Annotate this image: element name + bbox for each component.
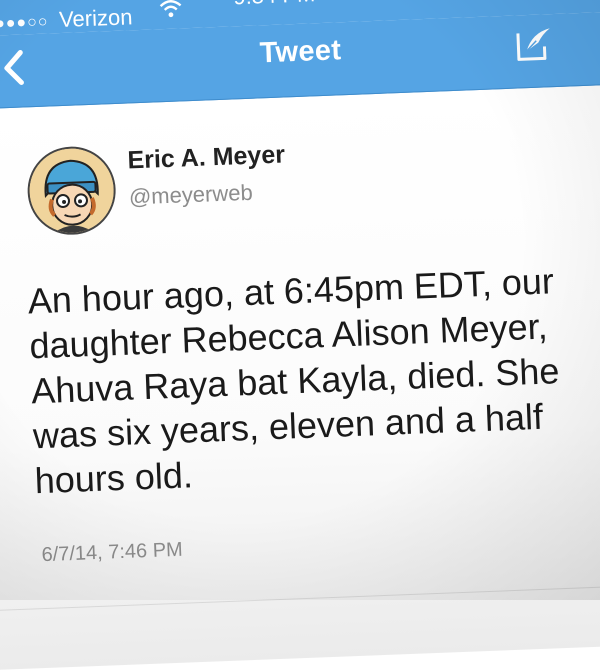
status-time: 9:34 PM — [233, 0, 316, 10]
divider — [0, 584, 600, 612]
author-handle[interactable]: @meyerweb — [128, 180, 253, 211]
avatar[interactable] — [25, 145, 118, 237]
carrier-label: Verizon — [58, 4, 133, 33]
page-title: Tweet — [259, 34, 342, 70]
author-name[interactable]: Eric A. Meyer — [127, 140, 285, 175]
wifi-icon — [158, 0, 183, 25]
tweet-card: Eric A. Meyer @meyerweb An hour ago, at … — [0, 85, 600, 670]
screen: ●●●○○ Verizon 9:34 PM Tweet — [0, 0, 600, 670]
tweet-timestamp: 6/7/14, 7:46 PM — [41, 538, 184, 567]
signal-icon: ●●●○○ — [0, 13, 49, 33]
tweet-text: An hour ago, at 6:45pm EDT, our daughter… — [27, 260, 561, 502]
compose-icon[interactable] — [512, 22, 556, 66]
